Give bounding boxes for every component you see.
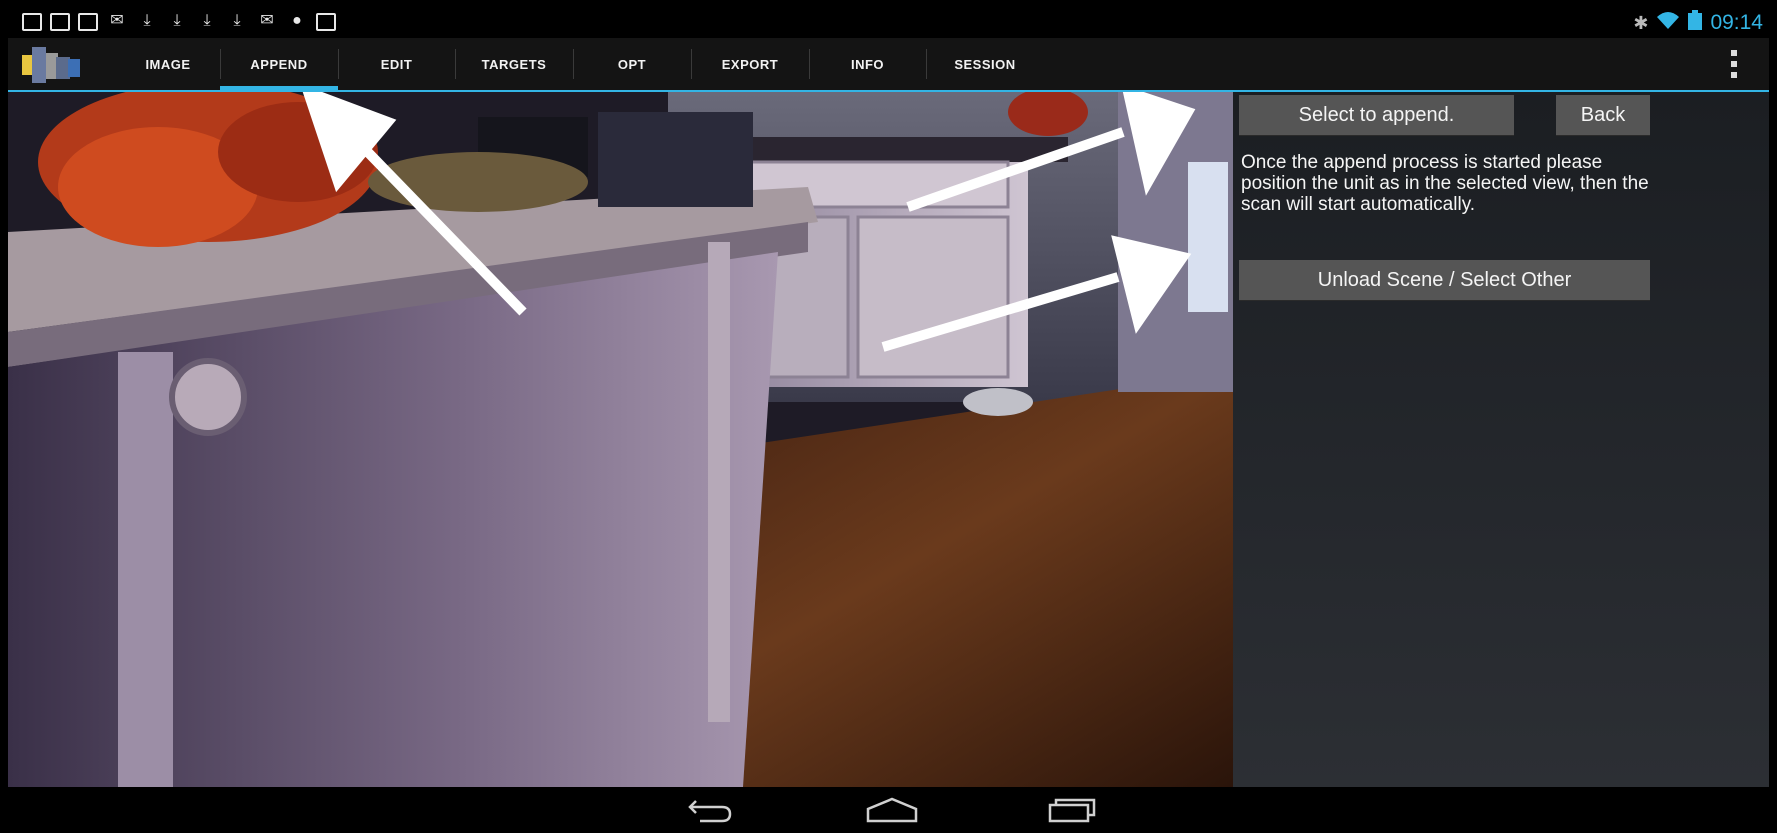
bluetooth-icon: ✱ bbox=[1633, 12, 1649, 33]
home-icon[interactable] bbox=[866, 797, 918, 823]
tab-label: EDIT bbox=[380, 56, 413, 72]
navigation-bar bbox=[8, 787, 1769, 833]
app-screen: ✉ ⤓ ⤓ ⤓ ⤓ ✉ ● ✱ 09:14 IMAGE APPEND EDIT … bbox=[0, 0, 1777, 833]
recents-icon[interactable] bbox=[1048, 797, 1098, 823]
tab-label: TARGETS bbox=[481, 56, 547, 72]
back-button[interactable]: Back bbox=[1556, 95, 1650, 135]
tab-image[interactable]: IMAGE bbox=[116, 38, 220, 90]
unload-scene-button[interactable]: Unload Scene / Select Other bbox=[1239, 260, 1650, 300]
tab-export[interactable]: EXPORT bbox=[691, 38, 809, 90]
cat-icon: ● bbox=[292, 12, 302, 29]
download-icon: ⤓ bbox=[203, 12, 211, 29]
wifi-icon bbox=[1656, 10, 1680, 36]
system-status: ✱ 09:14 bbox=[1633, 10, 1763, 36]
app-logo-icon[interactable] bbox=[22, 45, 90, 83]
tab-opt[interactable]: OPT bbox=[573, 38, 691, 90]
append-panel: Select to append. Back Once the append p… bbox=[1233, 92, 1769, 787]
briefcase-icon bbox=[316, 13, 336, 31]
select-to-append-button[interactable]: Select to append. bbox=[1239, 95, 1514, 135]
battery-icon bbox=[1688, 10, 1703, 36]
screen-icon bbox=[22, 13, 42, 31]
sim-icon bbox=[50, 13, 70, 31]
tab-label: EXPORT bbox=[721, 56, 779, 72]
mail-icon: ✉ bbox=[260, 12, 274, 29]
tab-label: SESSION bbox=[954, 56, 1016, 72]
notification-icons: ✉ ⤓ ⤓ ⤓ ⤓ ✉ ● bbox=[22, 11, 336, 31]
download-icon: ⤓ bbox=[143, 12, 151, 29]
image-notification-icon bbox=[78, 13, 98, 31]
tab-strip: IMAGE APPEND EDIT TARGETS OPT EXPORT INF… bbox=[116, 38, 1044, 92]
append-instructions: Once the append process is started pleas… bbox=[1241, 152, 1649, 215]
status-bar: ✉ ⤓ ⤓ ⤓ ⤓ ✉ ● ✱ 09:14 bbox=[8, 6, 1769, 38]
tab-label: INFO bbox=[850, 56, 885, 72]
tab-append[interactable]: APPEND bbox=[220, 38, 338, 92]
tab-edit[interactable]: EDIT bbox=[338, 38, 455, 90]
tab-session[interactable]: SESSION bbox=[926, 38, 1044, 90]
clock: 09:14 bbox=[1710, 11, 1763, 34]
overflow-menu-icon[interactable] bbox=[1731, 50, 1739, 78]
scene-preview[interactable] bbox=[8, 92, 1233, 787]
tab-info[interactable]: INFO bbox=[809, 38, 926, 90]
download-icon: ⤓ bbox=[173, 12, 181, 29]
mail-icon: ✉ bbox=[110, 12, 124, 29]
tab-label: OPT bbox=[617, 56, 647, 72]
kitchen-scene-image bbox=[8, 92, 1233, 787]
tab-targets[interactable]: TARGETS bbox=[455, 38, 573, 90]
tab-label: IMAGE bbox=[145, 56, 191, 72]
tab-label: APPEND bbox=[250, 56, 308, 72]
action-bar: IMAGE APPEND EDIT TARGETS OPT EXPORT INF… bbox=[8, 38, 1769, 92]
back-icon[interactable] bbox=[688, 797, 732, 823]
download-icon: ⤓ bbox=[233, 12, 241, 29]
